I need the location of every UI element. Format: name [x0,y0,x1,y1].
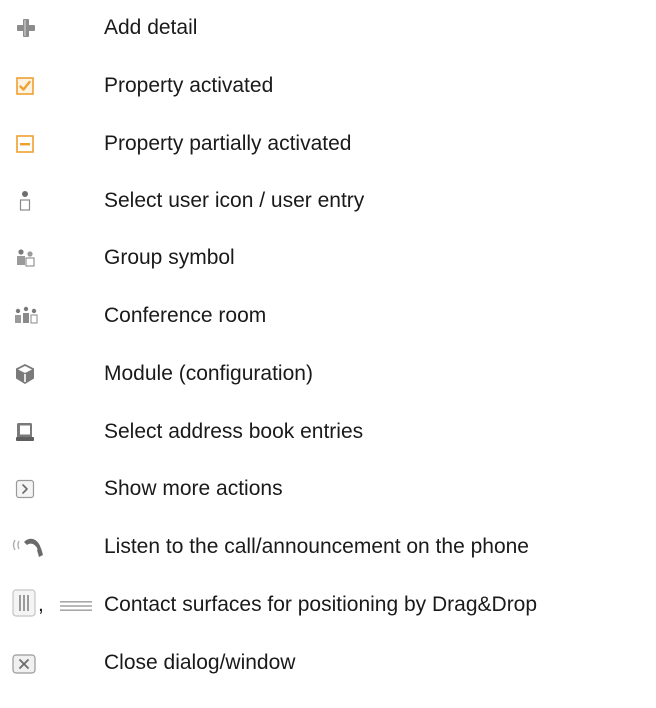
legend-row: Close dialog/window [0,643,656,683]
legend-icon-cell: , [0,585,100,625]
conference-room-icon [15,306,38,324]
legend-icon-cell [0,354,100,394]
legend-row: Add detail [0,8,656,48]
icon-legend: Add detail Property activated Property p… [0,0,656,708]
legend-row: Group symbol [0,238,656,278]
close-icon [12,654,36,674]
legend-label: Group symbol [104,246,235,269]
phone-listen-icon [12,538,43,557]
drag-handle-vertical-icon [12,589,36,617]
legend-icon-cell [0,238,100,278]
legend-icon-cell [0,296,100,336]
legend-row: Select user icon / user entry [0,181,656,221]
legend-icon-cell [0,8,100,48]
legend-label: Property activated [104,74,274,97]
group-icon [17,249,35,267]
legend-row: Select address book entries [0,412,656,452]
legend-row: Listen to the call/announcement on the p… [0,527,656,567]
icon-separator: , [38,593,44,616]
legend-icon-cell [0,124,100,164]
checkbox-checked-icon [16,77,34,95]
drag-handle-horizontal-icon [60,601,92,611]
legend-label: Add detail [104,16,198,39]
legend-label: Listen to the call/announcement on the p… [104,535,529,558]
legend-icon-cell [0,412,100,452]
legend-label: Module (configuration) [104,362,313,385]
legend-row: , Contact surfaces for positioning by Dr… [0,585,656,625]
legend-icon-cell [0,181,100,221]
legend-label: Contact surfaces for positioning by Drag… [104,593,538,616]
legend-label: Show more actions [104,477,283,500]
legend-label: Property partially activated [104,132,352,155]
legend-label: Close dialog/window [104,651,296,674]
legend-row: Module (configuration) [0,354,656,394]
more-actions-icon [15,479,35,499]
plus-icon [17,19,35,37]
legend-row: Property partially activated [0,124,656,164]
module-icon [16,364,34,384]
legend-icon-cell [0,469,100,509]
legend-label: Select address book entries [104,420,364,443]
legend-icon-cell [0,643,100,683]
legend-icon-cell [0,66,100,106]
user-icon [19,191,31,211]
address-book-icon [16,423,34,441]
legend-label: Select user icon / user entry [104,189,365,212]
legend-row: Show more actions [0,469,656,509]
legend-label: Conference room [104,304,267,327]
legend-icon-cell [0,527,100,567]
checkbox-partial-icon [16,135,34,153]
legend-row: Property activated [0,66,656,106]
legend-row: Conference room [0,296,656,336]
